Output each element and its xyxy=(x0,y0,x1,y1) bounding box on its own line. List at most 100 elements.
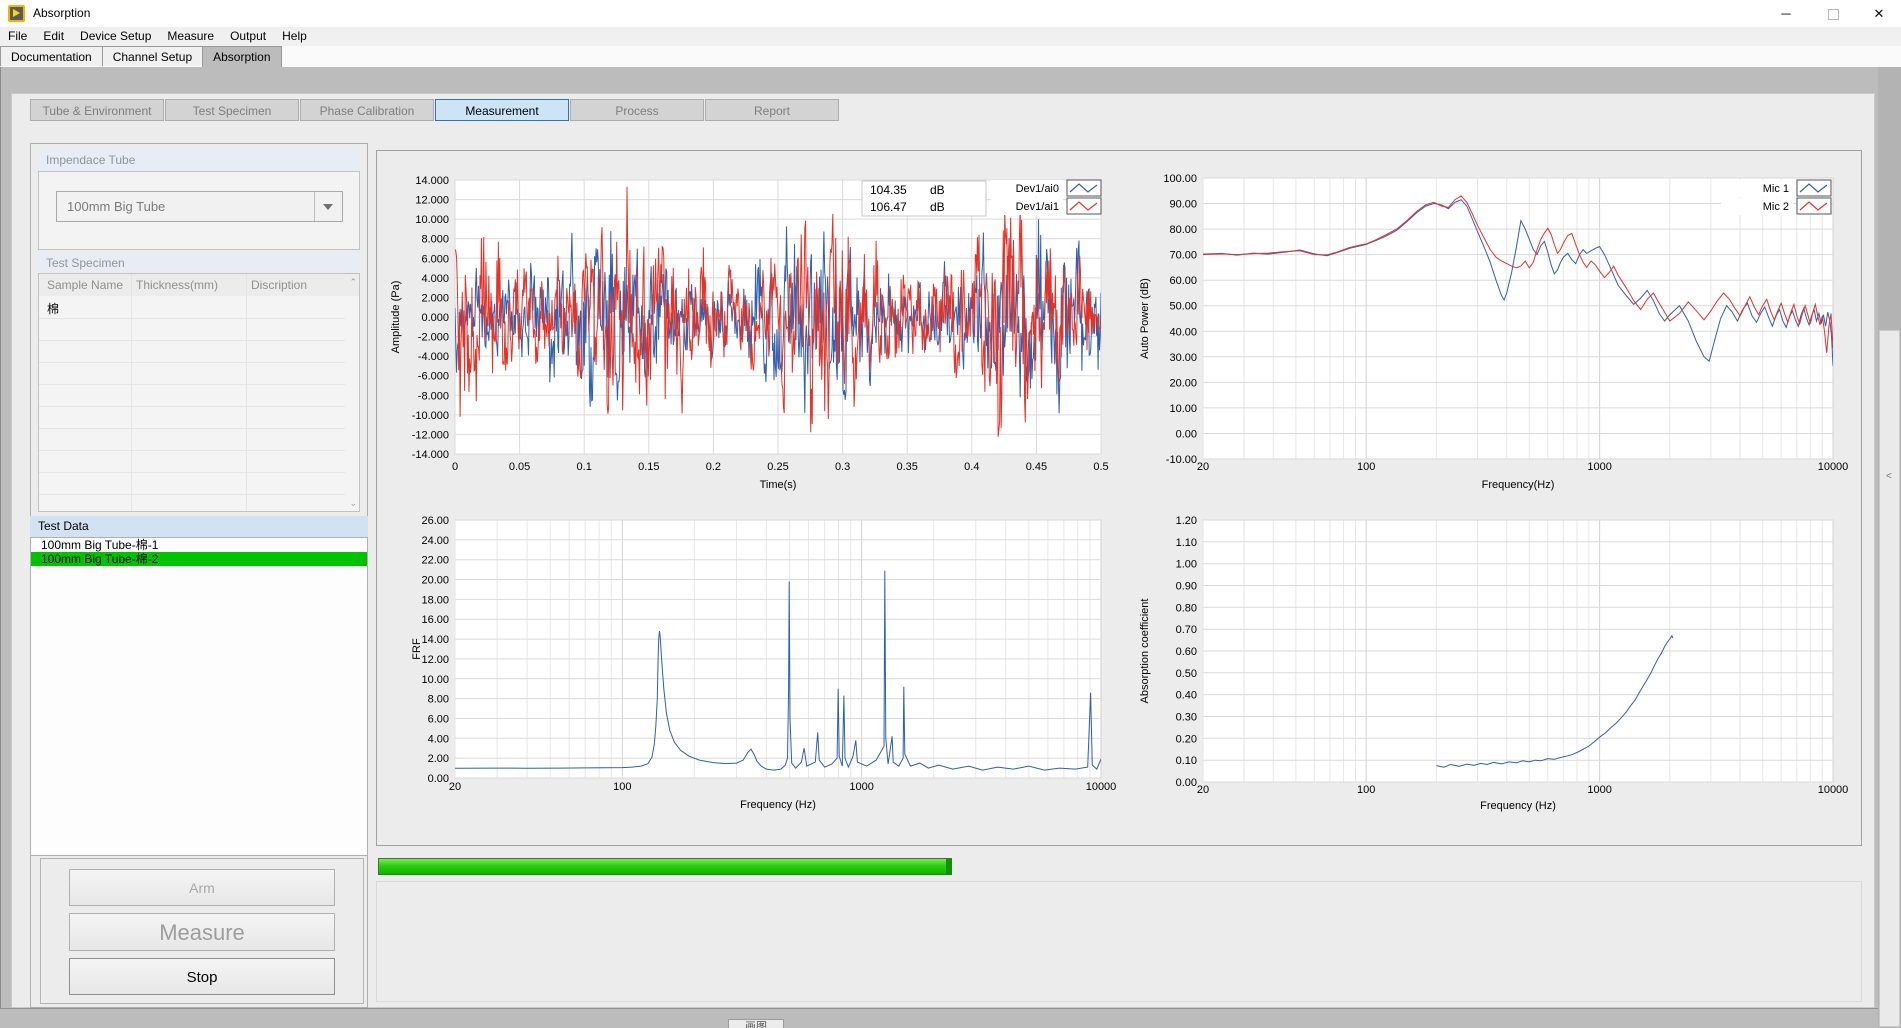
scroll-down-icon[interactable]: ⌄ xyxy=(349,498,357,509)
svg-text:-14.000: -14.000 xyxy=(412,449,449,461)
svg-text:8.00: 8.00 xyxy=(428,694,449,706)
svg-text:0.90: 0.90 xyxy=(1176,581,1197,593)
svg-text:26.00: 26.00 xyxy=(421,515,449,527)
svg-text:1000: 1000 xyxy=(849,781,873,793)
svg-text:100: 100 xyxy=(613,781,631,793)
test-data-item[interactable]: 100mm Big Tube-棉-1 xyxy=(31,538,367,552)
menu-device-setup[interactable]: Device Setup xyxy=(72,27,159,46)
test-specimen-table[interactable]: Sample NameThickness(mm)Discription 棉 ⌃ … xyxy=(38,273,360,512)
svg-text:80.00: 80.00 xyxy=(1169,224,1197,236)
table-row-line xyxy=(39,406,345,407)
svg-text:-10.00: -10.00 xyxy=(1166,454,1197,466)
subtab-test-specimen[interactable]: Test Specimen xyxy=(165,99,299,121)
svg-text:10000: 10000 xyxy=(1818,784,1849,796)
svg-text:0.2: 0.2 xyxy=(706,461,721,473)
chevron-down-icon[interactable] xyxy=(314,192,342,221)
svg-text:0.00: 0.00 xyxy=(1176,429,1197,441)
chart-frf: 26.0024.0022.0020.0018.0016.0014.0012.00… xyxy=(411,515,1116,811)
svg-text:16.00: 16.00 xyxy=(421,614,449,626)
scroll-up-icon[interactable]: ⌃ xyxy=(349,277,357,288)
svg-text:12.000: 12.000 xyxy=(415,195,449,207)
scrollbar-thumb[interactable]: < xyxy=(1879,330,1900,1027)
svg-text:2.00: 2.00 xyxy=(428,753,449,765)
svg-text:Frequency(Hz): Frequency(Hz) xyxy=(1482,479,1555,491)
svg-text:0.25: 0.25 xyxy=(767,461,788,473)
menu-edit[interactable]: Edit xyxy=(35,27,72,46)
svg-text:50.00: 50.00 xyxy=(1169,301,1197,313)
svg-text:10000: 10000 xyxy=(1818,461,1849,473)
subtab-report[interactable]: Report xyxy=(705,99,839,121)
svg-text:0.30: 0.30 xyxy=(1176,712,1197,724)
test-data-item-selected[interactable]: 100mm Big Tube-棉-2 xyxy=(31,552,367,566)
svg-text:20: 20 xyxy=(449,781,461,793)
tab-drawing-partial[interactable]: 画图 xyxy=(728,1019,784,1028)
svg-text:0.5: 0.5 xyxy=(1093,461,1108,473)
svg-text:1000: 1000 xyxy=(1587,784,1611,796)
svg-text:100: 100 xyxy=(1357,784,1375,796)
svg-text:60.00: 60.00 xyxy=(1169,275,1197,287)
menu-output[interactable]: Output xyxy=(222,27,274,46)
svg-text:1.00: 1.00 xyxy=(1176,559,1197,571)
charts-canvas: 14.00012.00010.0008.0006.0004.0002.0000.… xyxy=(377,151,1861,845)
test-specimen-table-header: Sample NameThickness(mm)Discription xyxy=(39,274,359,296)
svg-text:Time(s): Time(s) xyxy=(760,479,797,491)
svg-text:22.00: 22.00 xyxy=(421,555,449,567)
tab-documentation[interactable]: Documentation xyxy=(0,46,103,66)
subtab-measurement[interactable]: Measurement xyxy=(435,99,569,121)
table-column-line xyxy=(131,274,132,511)
stop-button[interactable]: Stop xyxy=(69,958,335,995)
menu-help[interactable]: Help xyxy=(274,27,315,46)
svg-text:2.000: 2.000 xyxy=(421,292,449,304)
svg-text:FRF: FRF xyxy=(411,638,423,660)
menu-measure[interactable]: Measure xyxy=(159,27,222,46)
subtab-tube-environment[interactable]: Tube & Environment xyxy=(30,99,164,121)
svg-text:14.000: 14.000 xyxy=(415,175,449,187)
app-window: Absorption ─ ✕ FileEditDevice SetupMeasu… xyxy=(0,0,1901,1028)
svg-text:0.45: 0.45 xyxy=(1026,461,1047,473)
table-row-line xyxy=(39,494,345,495)
svg-text:Frequency (Hz): Frequency (Hz) xyxy=(1480,800,1556,812)
arm-button: Arm xyxy=(69,869,335,906)
impedance-tube-dropdown[interactable]: 100mm Big Tube xyxy=(56,191,343,222)
svg-text:-6.000: -6.000 xyxy=(418,371,449,383)
app-icon xyxy=(8,5,25,22)
svg-text:1.10: 1.10 xyxy=(1176,537,1197,549)
table-row-line xyxy=(39,472,345,473)
vertical-scrollbar[interactable]: < xyxy=(1878,67,1901,1028)
svg-text:20: 20 xyxy=(1197,784,1209,796)
chart-time-waveform: 14.00012.00010.0008.0006.0004.0002.0000.… xyxy=(390,175,1109,491)
svg-text:0.000: 0.000 xyxy=(421,312,449,324)
measure-button: Measure xyxy=(69,913,335,951)
tab-absorption[interactable]: Absorption xyxy=(202,46,281,67)
tab-channel-setup[interactable]: Channel Setup xyxy=(102,46,203,66)
svg-text:6.000: 6.000 xyxy=(421,253,449,265)
subtab-phase-calibration[interactable]: Phase Calibration xyxy=(300,99,434,121)
svg-text:0.05: 0.05 xyxy=(509,461,530,473)
svg-text:18.00: 18.00 xyxy=(421,594,449,606)
table-row-line xyxy=(39,428,345,429)
svg-text:20.00: 20.00 xyxy=(1169,377,1197,389)
close-button[interactable]: ✕ xyxy=(1856,0,1901,27)
menu-file[interactable]: File xyxy=(0,27,35,46)
sub-tab-strip: Tube & EnvironmentTest SpecimenPhase Cal… xyxy=(30,99,840,121)
impedance-tube-value: 100mm Big Tube xyxy=(67,199,165,214)
svg-text:6.00: 6.00 xyxy=(428,714,449,726)
test-data-list[interactable]: 100mm Big Tube-棉-1100mm Big Tube-棉-2 xyxy=(30,537,368,856)
svg-text:0.35: 0.35 xyxy=(896,461,917,473)
svg-text:0.80: 0.80 xyxy=(1176,602,1197,614)
svg-text:12.00: 12.00 xyxy=(421,654,449,666)
subtab-process[interactable]: Process xyxy=(570,99,704,121)
svg-text:Mic 1: Mic 1 xyxy=(1763,183,1789,195)
svg-text:0.70: 0.70 xyxy=(1176,624,1197,636)
svg-text:14.00: 14.00 xyxy=(421,634,449,646)
column-header-discription: Discription xyxy=(251,278,307,292)
svg-text:0.40: 0.40 xyxy=(1176,690,1197,702)
bottom-empty-panel xyxy=(376,881,1862,1002)
svg-text:1.20: 1.20 xyxy=(1176,515,1197,527)
svg-text:10.000: 10.000 xyxy=(415,214,449,226)
table-row-line xyxy=(39,362,345,363)
maximize-button[interactable] xyxy=(1810,0,1856,27)
minimize-button[interactable]: ─ xyxy=(1763,0,1809,27)
collapse-left-icon[interactable]: < xyxy=(1886,471,1892,482)
specimen-sample-name-cell[interactable]: 棉 xyxy=(47,300,59,317)
